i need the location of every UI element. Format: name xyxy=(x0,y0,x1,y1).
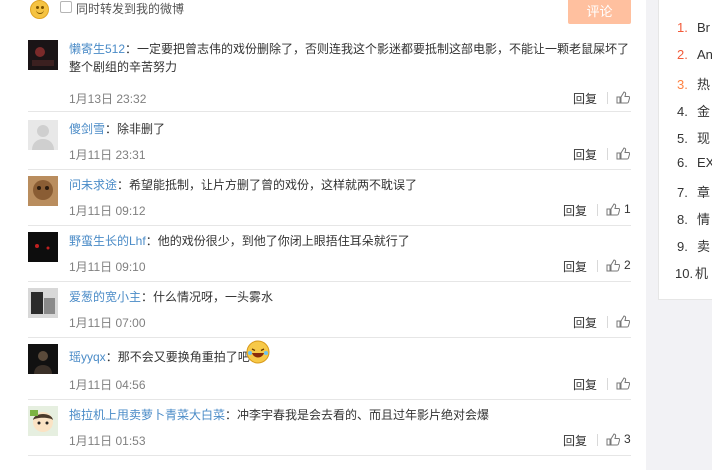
ranking-item[interactable]: 1. Br xyxy=(677,20,710,35)
laughing-emoji-icon xyxy=(246,340,270,364)
avatar[interactable] xyxy=(28,176,58,206)
comment-text: 问未求途：希望能抵制，让片方删了曾的戏份，这样就两不耽误了 xyxy=(69,178,418,192)
ranking-item[interactable]: 5. 现 xyxy=(677,128,710,147)
divider xyxy=(597,204,598,216)
comment-text: 傻剑雪：除非删了 xyxy=(69,122,166,136)
comment-content: 除非删了 xyxy=(117,122,166,136)
comment-text: 懒寄生512：一定要把曾志伟的戏份删除了，否则连我这个影迷都要抵制这部电影，不能… xyxy=(69,42,630,74)
emoji-icon[interactable] xyxy=(30,0,49,19)
divider xyxy=(607,148,608,160)
comment-item: 傻剑雪：除非删了 1月11日 23:31 回复 xyxy=(28,120,631,170)
comment-item: 瑶yyqx：那不会又要换角重拍了吧 1月11日 04:56 回复 xyxy=(28,340,631,400)
avatar[interactable] xyxy=(28,406,58,436)
divider xyxy=(597,434,598,446)
ranking-item[interactable]: 3. 热 xyxy=(677,74,710,93)
comment-username[interactable]: 傻剑雪 xyxy=(69,122,105,136)
reply-button[interactable]: 回复 xyxy=(573,146,597,163)
reply-button[interactable]: 回复 xyxy=(563,202,587,219)
reply-button[interactable]: 回复 xyxy=(573,376,597,393)
divider xyxy=(607,316,608,328)
like-count: 2 xyxy=(624,258,631,272)
comment-text: 野蛮生长的Lhf：他的戏份很少，到他了你闭上眼捂住耳朵就行了 xyxy=(69,234,410,248)
comment-time: 1月11日 07:00 xyxy=(69,316,146,330)
comment-content: 一定要把曾志伟的戏份删除了，否则连我这个影迷都要抵制这部电影，不能让一颗老鼠屎坏… xyxy=(69,42,630,74)
comment-username[interactable]: 爱葱的宽小主 xyxy=(69,290,141,304)
comment-text: 瑶yyqx：那不会又要换角重拍了吧 xyxy=(69,350,250,364)
avatar[interactable] xyxy=(28,40,58,70)
ranking-item[interactable]: 4. 金 xyxy=(677,101,710,120)
avatar[interactable] xyxy=(28,344,58,374)
reply-button[interactable]: 回复 xyxy=(573,90,597,107)
reply-button[interactable]: 回复 xyxy=(563,432,587,449)
comment-time: 1月11日 09:12 xyxy=(69,204,146,218)
ranking-item[interactable]: 6. EX xyxy=(677,155,712,170)
comment-item: 拖拉机上甩卖萝卜青菜大白菜：冲李宇春我是会去看的、而且过年影片绝对会爆 1月11… xyxy=(28,406,631,456)
submit-comment-button[interactable]: 评论 xyxy=(568,0,631,24)
avatar[interactable] xyxy=(28,232,58,262)
comment-text: 爱葱的宽小主：什么情况呀，一头雾水 xyxy=(69,290,274,304)
like-count: 1 xyxy=(624,202,631,216)
comment-username[interactable]: 懒寄生512 xyxy=(69,42,125,56)
divider xyxy=(607,92,608,104)
thumbs-up-icon[interactable] xyxy=(616,377,630,390)
thumbs-up-icon[interactable] xyxy=(616,91,630,104)
ranking-item[interactable]: 8. 情 xyxy=(677,209,710,228)
comment-section: 同时转发到我的微博 评论 懒寄生512：一定要把曾志伟的戏份删除了，否则连我这个… xyxy=(0,0,646,470)
comment-item: 爱葱的宽小主：什么情况呀，一头雾水 1月11日 07:00 回复 xyxy=(28,288,631,338)
comment-item: 野蛮生长的Lhf：他的戏份很少，到他了你闭上眼捂住耳朵就行了 1月11日 09:… xyxy=(28,232,631,282)
repost-checkbox[interactable] xyxy=(60,1,72,13)
ranking-item[interactable]: 9. 卖 xyxy=(677,236,710,255)
comment-content: 冲李宇春我是会去看的、而且过年影片绝对会爆 xyxy=(237,408,490,422)
hot-ranking-panel: 1. Br 2. An 3. 热 4. 金 5. 现 6. EX 7. 章 8. 情 9. 卖 1… xyxy=(658,0,712,300)
comment-time: 1月13日 23:32 xyxy=(69,92,147,106)
comment-username[interactable]: 拖拉机上甩卖萝卜青菜大白菜 xyxy=(69,408,225,422)
avatar[interactable] xyxy=(28,288,58,318)
comment-time: 1月11日 04:56 xyxy=(69,378,146,392)
comment-content: 那不会又要换角重拍了吧 xyxy=(117,350,250,364)
comment-username[interactable]: 问未求途 xyxy=(69,178,117,192)
compose-toolbar: 同时转发到我的微博 评论 xyxy=(0,0,646,26)
comment-item: 问未求途：希望能抵制，让片方删了曾的戏份，这样就两不耽误了 1月11日 09:1… xyxy=(28,176,631,226)
ranking-item[interactable]: 7. 章 xyxy=(677,182,710,201)
reply-button[interactable]: 回复 xyxy=(563,258,587,275)
thumbs-up-icon[interactable] xyxy=(606,203,620,216)
like-count: 3 xyxy=(624,432,631,446)
comment-content: 什么情况呀，一头雾水 xyxy=(153,290,274,304)
comment-time: 1月11日 09:10 xyxy=(69,260,146,274)
ranking-item[interactable]: 2. An xyxy=(677,47,712,62)
repost-label[interactable]: 同时转发到我的微博 xyxy=(76,0,184,17)
divider xyxy=(597,260,598,272)
avatar[interactable] xyxy=(28,120,58,150)
comment-content: 他的戏份很少，到他了你闭上眼捂住耳朵就行了 xyxy=(157,234,410,248)
thumbs-up-icon[interactable] xyxy=(606,433,620,446)
comment-username[interactable]: 瑶yyqx xyxy=(69,350,106,364)
thumbs-up-icon[interactable] xyxy=(616,147,630,160)
reply-button[interactable]: 回复 xyxy=(573,314,597,331)
thumbs-up-icon[interactable] xyxy=(606,259,620,272)
comment-username[interactable]: 野蛮生长的Lhf xyxy=(69,234,146,248)
thumbs-up-icon[interactable] xyxy=(616,315,630,328)
comment-item: 懒寄生512：一定要把曾志伟的戏份删除了，否则连我这个影迷都要抵制这部电影，不能… xyxy=(28,40,631,112)
comment-time: 1月11日 23:31 xyxy=(69,148,146,162)
comment-time: 1月11日 01:53 xyxy=(69,434,146,448)
ranking-item[interactable]: 10. 机 xyxy=(675,263,708,282)
comment-content: 希望能抵制，让片方删了曾的戏份，这样就两不耽误了 xyxy=(129,178,418,192)
divider xyxy=(607,378,608,390)
comment-text: 拖拉机上甩卖萝卜青菜大白菜：冲李宇春我是会去看的、而且过年影片绝对会爆 xyxy=(69,408,490,422)
